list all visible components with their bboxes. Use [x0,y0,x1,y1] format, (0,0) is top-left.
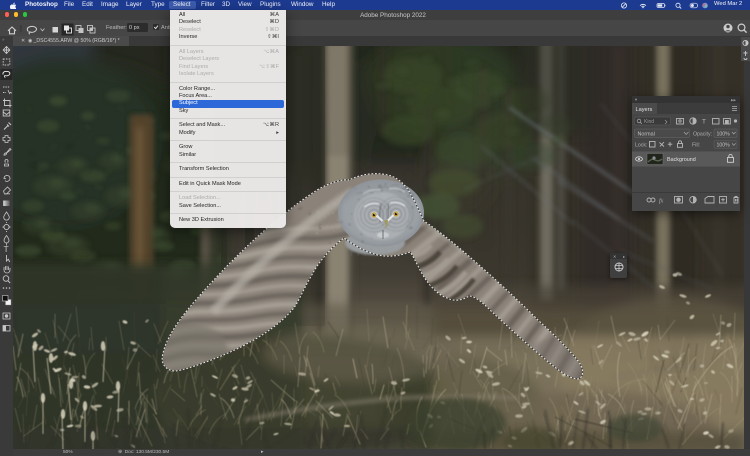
svg-text:»: » [2,37,5,42]
svg-text:fx: fx [659,198,664,205]
svg-text:Layers: Layers [636,107,653,113]
svg-text:T: T [4,244,9,254]
svg-text:100%: 100% [717,143,731,149]
svg-text:Normal: Normal [638,131,655,137]
svg-text:Lock:: Lock: [635,143,647,149]
svg-text:T: T [702,119,706,126]
svg-text:Background: Background [667,157,696,163]
svg-text:Opacity:: Opacity: [693,131,712,137]
svg-text:▸▸: ▸▸ [731,97,737,103]
svg-text:100%: 100% [717,131,731,137]
svg-text:Fill:: Fill: [692,143,700,149]
svg-text:Kind: Kind [644,119,654,125]
